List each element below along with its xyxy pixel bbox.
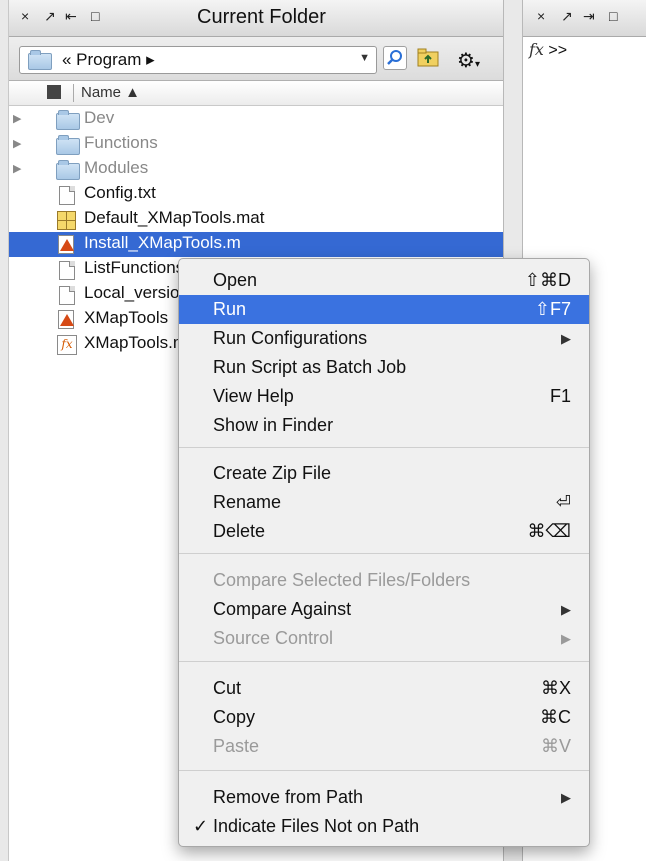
menu-item-indicate-files[interactable]: ✓ Indicate Files Not on Path	[179, 812, 589, 841]
menu-separator	[179, 770, 589, 771]
file-type-icon	[47, 85, 61, 99]
list-item[interactable]: Default_XMapTools.mat	[9, 207, 503, 232]
folder-icon	[56, 110, 80, 130]
prompt-symbol: >>	[548, 42, 568, 59]
column-header[interactable]: Name ▲	[9, 81, 503, 106]
file-name: Functions	[84, 133, 158, 152]
submenu-arrow-icon: ▶	[561, 790, 571, 805]
expand-arrow-icon[interactable]: ▶	[13, 162, 21, 175]
menu-item-remove-from-path[interactable]: Remove from Path ▶	[179, 783, 589, 812]
gear-button[interactable]: ⚙▾	[457, 48, 480, 73]
menu-separator	[179, 553, 589, 554]
menu-item-run-batch-job[interactable]: Run Script as Batch Job	[179, 353, 589, 382]
file-name: Dev	[84, 108, 115, 127]
command-window-titlebar: × ↗ ⇥ □	[523, 0, 646, 37]
up-folder-button[interactable]	[417, 48, 439, 73]
menu-item-run[interactable]: Run ⇧F7	[179, 295, 589, 324]
search-button[interactable]	[383, 46, 407, 70]
current-folder-titlebar: × ↗ ⇤ □ Current Folder	[9, 0, 503, 37]
list-item[interactable]: Config.txt	[9, 182, 503, 207]
matlab-script-icon	[57, 235, 75, 254]
menu-item-create-zip[interactable]: Create Zip File	[179, 459, 589, 488]
text-file-icon	[59, 186, 75, 205]
chevron-down-icon: ▾	[474, 59, 480, 70]
search-icon	[387, 50, 402, 65]
column-divider	[73, 84, 74, 102]
file-name: Modules	[84, 158, 149, 177]
submenu-arrow-icon: ▶	[561, 631, 571, 646]
matlab-script-icon	[57, 310, 75, 329]
menu-item-cut[interactable]: Cut ⌘X	[179, 674, 589, 703]
menu-item-show-in-finder[interactable]: Show in Finder	[179, 411, 589, 440]
expand-arrow-icon[interactable]: ▶	[13, 137, 21, 150]
file-name: Default_XMapTools.mat	[84, 208, 265, 227]
submenu-arrow-icon: ▶	[561, 602, 571, 617]
list-item[interactable]: ▶ Dev	[9, 107, 503, 132]
text-file-icon	[59, 261, 75, 280]
path-combo[interactable]: « Program ▸ ▼	[19, 46, 377, 74]
minimize-icon[interactable]: ⇤	[65, 8, 77, 25]
menu-item-source-control: Source Control ▶	[213, 628, 571, 648]
menu-item-copy[interactable]: Copy ⌘C	[179, 703, 589, 732]
menu-item-open[interactable]: Open ⇧⌘D	[179, 266, 589, 295]
menu-item-view-help[interactable]: View Help F1	[179, 382, 589, 411]
undock-icon[interactable]: ↗	[561, 8, 573, 25]
menu-item-rename[interactable]: Rename ⏎	[179, 488, 589, 517]
list-item[interactable]: Install_XMapTools.m	[9, 232, 503, 257]
context-menu: Open ⇧⌘D Run ⇧F7 Run Configurations ▶ Ru…	[178, 258, 590, 847]
file-name: Install_XMapTools.m	[84, 233, 241, 252]
file-name: ListFunctions	[84, 258, 185, 277]
mat-file-icon	[57, 211, 76, 230]
folder-icon	[56, 135, 80, 155]
chevron-down-icon[interactable]: ▼	[359, 52, 370, 64]
menu-item-compare-selected: Compare Selected Files/Folders	[213, 570, 471, 590]
file-name: Local_version	[84, 283, 189, 302]
expand-arrow-icon[interactable]: ▶	[13, 112, 21, 125]
menu-separator	[179, 661, 589, 662]
close-icon[interactable]: ×	[21, 8, 29, 24]
list-item[interactable]: ▶ Modules	[9, 157, 503, 182]
menu-item-delete[interactable]: Delete ⌘⌫	[179, 517, 589, 546]
path-text: « Program ▸	[62, 50, 155, 69]
function-file-icon: fx	[57, 335, 77, 355]
function-browser-icon[interactable]: fx	[529, 40, 544, 59]
name-column-header[interactable]: Name ▲	[81, 84, 140, 101]
list-item[interactable]: ▶ Functions	[9, 132, 503, 157]
folder-toolbar: « Program ▸ ▼ ⚙▾	[9, 37, 503, 81]
folder-icon	[28, 50, 52, 70]
maximize-icon[interactable]: □	[609, 8, 617, 24]
command-prompt[interactable]: fx >>	[529, 40, 567, 60]
file-name: XMapTools.m	[84, 333, 187, 352]
menu-separator	[179, 447, 589, 448]
file-name: XMapTools	[84, 308, 169, 327]
menu-item-compare-against[interactable]: Compare Against ▶	[179, 595, 589, 624]
undock-icon[interactable]: ↗	[44, 8, 56, 25]
maximize-icon[interactable]: □	[91, 8, 99, 24]
file-name: Config.txt	[84, 183, 156, 202]
folder-icon	[56, 160, 80, 180]
gear-icon: ⚙	[457, 50, 475, 72]
text-file-icon	[59, 286, 75, 305]
close-icon[interactable]: ×	[537, 8, 545, 24]
submenu-arrow-icon: ▶	[561, 331, 571, 346]
menu-item-run-configurations[interactable]: Run Configurations ▶	[179, 324, 589, 353]
menu-item-paste: Paste ⌘V	[213, 736, 571, 756]
checkmark-icon: ✓	[193, 816, 209, 836]
panel-title: Current Folder	[197, 6, 326, 28]
folder-up-icon	[417, 48, 439, 67]
minimize-icon[interactable]: ⇥	[583, 8, 595, 25]
